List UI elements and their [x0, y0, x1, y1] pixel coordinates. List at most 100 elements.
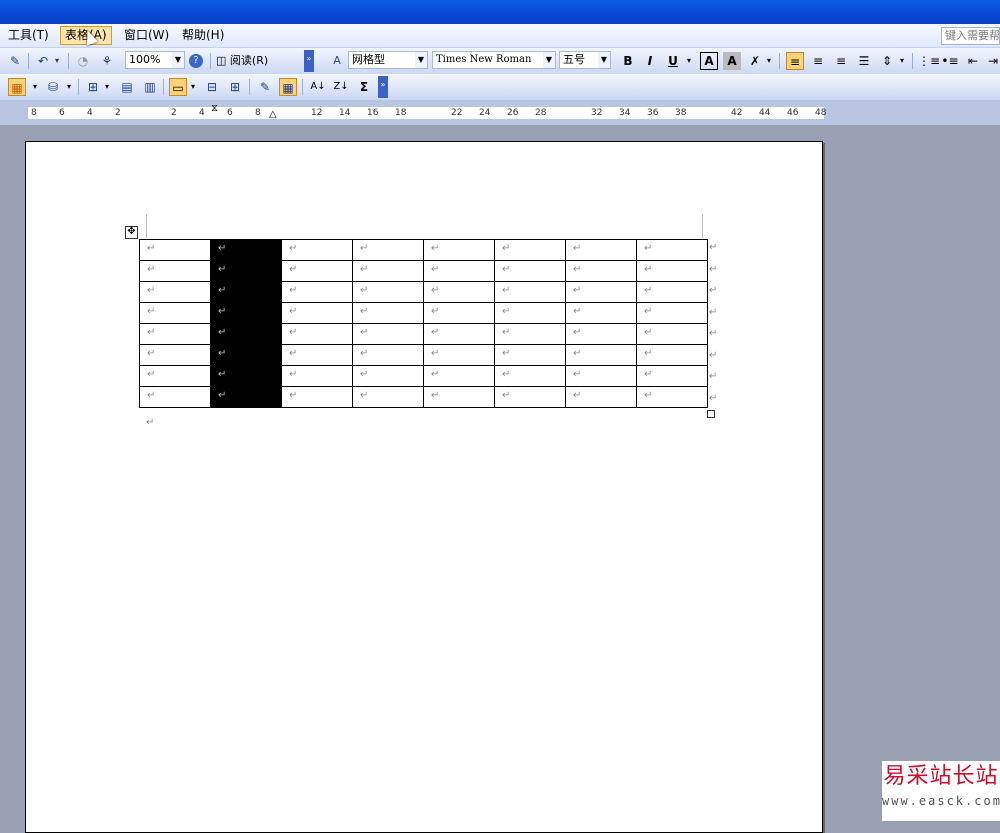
table-cell[interactable]: ↵ — [281, 239, 353, 261]
table-cell[interactable]: ↵ — [139, 386, 211, 408]
table-cell[interactable]: ↵ — [139, 281, 211, 303]
table-cell[interactable]: ↵ — [565, 239, 637, 261]
menu-window[interactable]: 窗口(W) — [120, 27, 173, 44]
table-cell[interactable]: ↵ — [494, 365, 566, 387]
table-cell[interactable]: ↵ — [352, 302, 424, 324]
table-cell[interactable]: ↵ — [565, 344, 637, 366]
autosum-button[interactable]: Σ — [355, 78, 373, 96]
distribute-columns-icon[interactable]: ⊞ — [226, 78, 244, 96]
font-size-select[interactable]: 五号 ▼ — [559, 51, 611, 69]
insert-table-icon[interactable]: ⊞ — [84, 78, 102, 96]
menu-help[interactable]: 帮助(H) — [178, 27, 228, 44]
chevron-down-icon[interactable]: ▾ — [102, 78, 112, 96]
table-cell-selected[interactable]: ↵ — [210, 260, 282, 282]
table-cell[interactable]: ↵ — [565, 302, 637, 324]
sort-descending-icon[interactable]: Z↓ — [332, 78, 350, 96]
menu-tools[interactable]: 工具(T) — [4, 27, 53, 44]
research-icon[interactable]: ✎ — [6, 52, 24, 70]
char-shading-button[interactable]: A — [723, 52, 741, 70]
table-cell[interactable]: ↵ — [565, 365, 637, 387]
align-cell-icon[interactable]: ▭ — [169, 78, 187, 96]
table-move-handle-icon[interactable]: ✥ — [125, 226, 138, 239]
table-cell[interactable]: ↵ — [281, 260, 353, 282]
table-cell[interactable]: ↵ — [423, 302, 495, 324]
help-search-input[interactable]: 键入需要帮 — [941, 27, 1000, 45]
table-cell[interactable]: ↵ — [281, 302, 353, 324]
table-cell[interactable]: ↵ — [352, 365, 424, 387]
table-cell[interactable]: ↵ — [636, 239, 708, 261]
hanging-indent-marker[interactable]: △ — [269, 109, 277, 120]
table-cell[interactable]: ↵ — [281, 365, 353, 387]
table-cell[interactable]: ↵ — [636, 323, 708, 345]
document-table[interactable]: ↵ ↵ ↵ ↵ ↵ ↵ ↵ ↵ ↵ ↵ ↵ ↵ ↵ ↵ ↵ ↵ ↵ ↵ ↵ ↵ ↵ ↵ ↵ ↵ ↵ ↵ ↵ ↵ ↵ ↵ ↵ ↵ ↵ ↵ ↵ ↵ ↵ ↵ ↵ ↵… — [139, 239, 708, 408]
increase-indent-icon[interactable]: ⇥ — [984, 52, 1000, 70]
line-spacing-icon[interactable]: ⇕ — [878, 52, 896, 70]
table-cell[interactable]: ↵ — [281, 281, 353, 303]
table-cell-selected[interactable]: ↵ — [210, 302, 282, 324]
table-cell-selected[interactable]: ↵ — [210, 365, 282, 387]
table-cell[interactable]: ↵ — [352, 386, 424, 408]
shading-icon[interactable]: ⛁ — [44, 78, 62, 96]
table-cell[interactable]: ↵ — [494, 386, 566, 408]
read-button[interactable]: ◫ 阅读(R) — [216, 52, 286, 70]
chevron-down-icon[interactable]: ▾ — [188, 78, 198, 96]
table-cell[interactable]: ↵ — [565, 386, 637, 408]
table-cell[interactable]: ↵ — [423, 365, 495, 387]
table-cell[interactable]: ↵ — [423, 386, 495, 408]
undo-icon[interactable]: ↶ — [34, 52, 52, 70]
table-cell[interactable]: ↵ — [636, 260, 708, 282]
text-effect-icon[interactable]: ✗ — [746, 52, 764, 70]
table-cell[interactable]: ↵ — [139, 365, 211, 387]
table-cell[interactable]: ↵ — [565, 323, 637, 345]
table-cell[interactable]: ↵ — [494, 323, 566, 345]
toolbar-options-icon[interactable]: » — [378, 76, 388, 98]
decrease-indent-icon[interactable]: ⇤ — [964, 52, 982, 70]
drawing-icon[interactable]: ⚘ — [98, 52, 116, 70]
justify-icon[interactable]: ☰ — [855, 52, 873, 70]
undo-dropdown-icon[interactable]: ▾ — [52, 52, 62, 70]
table-cell[interactable]: ↵ — [139, 302, 211, 324]
chevron-down-icon[interactable]: ▾ — [64, 78, 74, 96]
table-resize-handle[interactable] — [707, 410, 715, 418]
table-autoformat-icon[interactable]: ✎ — [256, 78, 274, 96]
table-cell[interactable]: ↵ — [139, 260, 211, 282]
table-cell[interactable]: ↵ — [423, 344, 495, 366]
table-cell[interactable]: ↵ — [281, 323, 353, 345]
table-cell[interactable]: ↵ — [494, 281, 566, 303]
table-cell-selected[interactable]: ↵ — [210, 281, 282, 303]
table-cell[interactable]: ↵ — [139, 323, 211, 345]
table-cell[interactable]: ↵ — [423, 260, 495, 282]
table-cell[interactable]: ↵ — [423, 323, 495, 345]
styles-icon[interactable]: A — [328, 52, 346, 70]
table-cell[interactable]: ↵ — [423, 239, 495, 261]
table-cell-selected[interactable]: ↵ — [210, 386, 282, 408]
bullets-icon[interactable]: •≡ — [941, 52, 959, 70]
table-cell[interactable]: ↵ — [636, 302, 708, 324]
distribute-rows-icon[interactable]: ⊟ — [203, 78, 221, 96]
autofit-icon[interactable]: ▦ — [279, 78, 297, 96]
table-cell[interactable]: ↵ — [352, 239, 424, 261]
chevron-down-icon[interactable]: ▾ — [764, 52, 774, 70]
font-select[interactable]: Times New Roman ▼ — [432, 51, 556, 69]
zoom-in-icon[interactable]: ◔ — [74, 52, 92, 70]
table-cell[interactable]: ↵ — [636, 344, 708, 366]
table-cell[interactable]: ↵ — [352, 323, 424, 345]
toolbar-options-icon[interactable]: » — [304, 50, 314, 72]
table-cell[interactable]: ↵ — [352, 344, 424, 366]
table-cell[interactable]: ↵ — [565, 281, 637, 303]
style-select[interactable]: 网格型 ▼ — [348, 51, 428, 69]
align-center-icon[interactable]: ≡ — [809, 52, 827, 70]
table-cell[interactable]: ↵ — [494, 239, 566, 261]
merge-cells-icon[interactable]: ▤ — [118, 78, 136, 96]
horizontal-ruler[interactable]: 8 6 4 2 2 4 6 8 12 14 16 18 22 24 26 28 32 34 36 38 42 44 46 48… — [0, 101, 1000, 125]
italic-button[interactable]: I — [641, 52, 659, 70]
char-border-button[interactable]: A — [700, 52, 718, 70]
document-page[interactable]: ✥ ↵ ↵ ↵ ↵ ↵ ↵ ↵ ↵ ↵ ↵ ↵ ↵ ↵ ↵ ↵ ↵ ↵ ↵ ↵ ↵ ↵ ↵ ↵ ↵ ↵ ↵ ↵ ↵ ↵ ↵ ↵ ↵ ↵ ↵ ↵ ↵ ↵ ↵… — [25, 141, 823, 833]
table-cell-selected[interactable]: ↵ — [210, 344, 282, 366]
split-cells-icon[interactable]: ▥ — [141, 78, 159, 96]
table-cell[interactable]: ↵ — [494, 344, 566, 366]
align-right-icon[interactable]: ≡ — [832, 52, 850, 70]
underline-dropdown-icon[interactable]: ▾ — [684, 52, 694, 70]
zoom-select[interactable]: 100% ▼ — [125, 51, 185, 69]
first-line-indent-marker[interactable]: ⧖ — [211, 103, 218, 114]
